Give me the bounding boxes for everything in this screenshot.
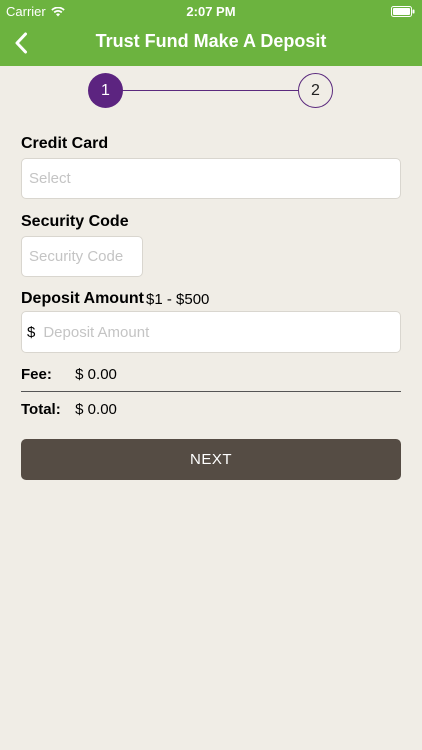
- step-1-indicator: 1: [88, 73, 123, 108]
- stepper-connector: [122, 90, 300, 91]
- fee-value: $ 0.00: [75, 366, 117, 383]
- currency-symbol: $: [27, 323, 36, 341]
- fee-label: Fee:: [21, 366, 52, 383]
- security-code-input[interactable]: Security Code: [21, 236, 143, 277]
- status-bar: Carrier 2:07 PM: [0, 0, 422, 22]
- battery-icon: [391, 5, 415, 20]
- total-value: $ 0.00: [75, 401, 117, 418]
- summary-divider: [21, 391, 401, 392]
- deposit-amount-input[interactable]: $ Deposit Amount: [21, 311, 401, 353]
- progress-stepper: 1 2: [0, 72, 422, 112]
- total-label: Total:: [21, 401, 61, 418]
- page-title: Trust Fund Make A Deposit: [95, 31, 327, 51]
- app-header: Carrier 2:07 PM Trust Fund Make A Deposi…: [0, 0, 422, 66]
- deposit-amount-placeholder: Deposit Amount: [43, 323, 150, 341]
- status-time: 2:07 PM: [186, 4, 236, 19]
- deposit-amount-label: Deposit Amount: [21, 290, 144, 307]
- security-code-placeholder: Security Code: [29, 248, 124, 265]
- deposit-range: $1 - $500: [146, 291, 210, 308]
- total-row: Total: $ 0.00: [21, 401, 117, 418]
- security-code-label: Security Code: [21, 213, 129, 230]
- fee-row: Fee: $ 0.00: [21, 366, 117, 383]
- credit-card-label: Credit Card: [21, 135, 109, 152]
- credit-card-select[interactable]: Select: [21, 158, 401, 199]
- credit-card-placeholder: Select: [29, 170, 71, 187]
- step-2-indicator: 2: [298, 73, 333, 108]
- next-button[interactable]: NEXT: [21, 439, 401, 480]
